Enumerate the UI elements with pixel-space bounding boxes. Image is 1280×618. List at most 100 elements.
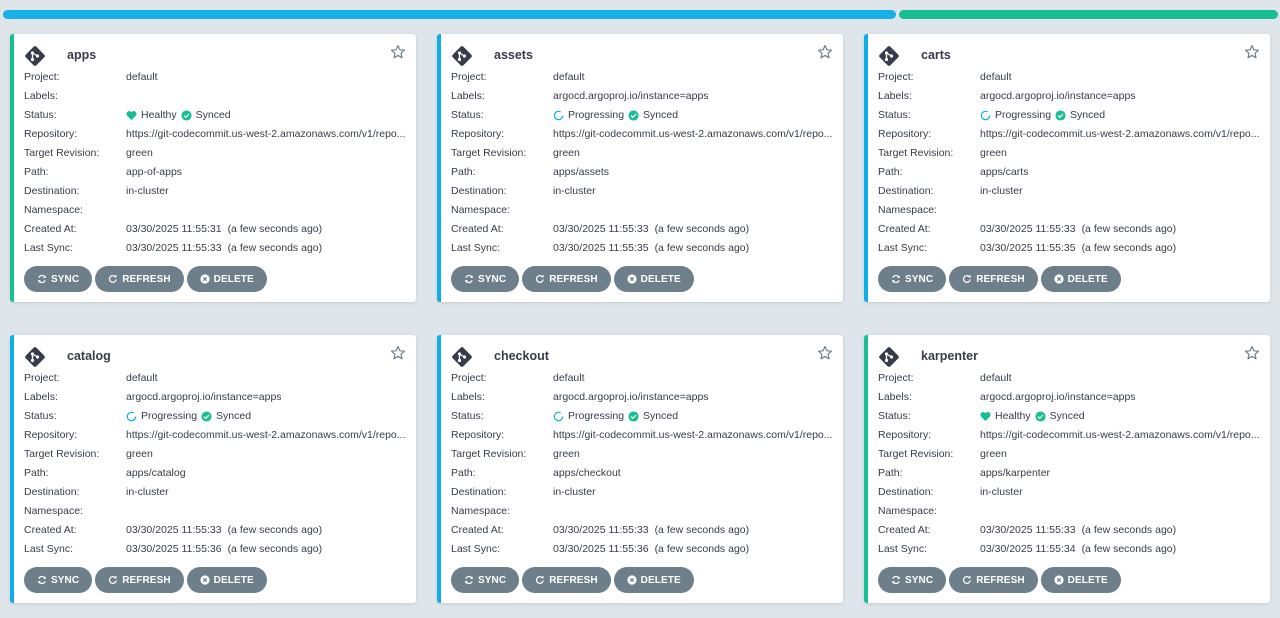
sync-icon	[38, 274, 46, 284]
check-circle-icon	[1055, 110, 1066, 121]
last-sync-value: 03/30/2025 11:55:35	[553, 242, 649, 254]
sync-icon	[465, 575, 473, 585]
created-at-label: Created At:	[878, 223, 931, 235]
times-circle-icon	[1054, 575, 1064, 585]
target-revision-value: green	[980, 147, 1007, 159]
git-icon	[25, 46, 45, 66]
created-at-value: 03/30/2025 11:55:33	[553, 223, 649, 235]
namespace-label: Namespace:	[451, 204, 510, 216]
app-name[interactable]: apps	[67, 48, 96, 62]
app-card[interactable]: catalog Project: default Labels: argocd.ar…	[10, 335, 416, 603]
refresh-label: REFRESH	[122, 574, 171, 586]
sync-status: Synced	[195, 109, 231, 121]
destination-value: in-cluster	[126, 185, 169, 197]
app-name[interactable]: karpenter	[921, 349, 978, 363]
git-icon	[879, 347, 899, 367]
app-card[interactable]: apps Project: default Labels: Status: Hea…	[10, 34, 416, 302]
last-sync-label: Last Sync:	[451, 242, 501, 254]
status-label: Status:	[24, 109, 57, 121]
status-label: Status:	[878, 410, 911, 422]
refresh-button[interactable]: REFRESH	[522, 567, 611, 593]
path-label: Path:	[451, 166, 476, 178]
star-icon[interactable]	[390, 345, 406, 361]
project-value: default	[553, 71, 585, 83]
sync-button[interactable]: SYNC	[24, 266, 93, 292]
destination-label: Destination:	[24, 486, 80, 498]
delete-button[interactable]: DELETE	[613, 567, 694, 593]
app-card[interactable]: checkout Project: default Labels: argocd.a…	[437, 335, 843, 603]
last-sync-label: Last Sync:	[24, 242, 74, 254]
refresh-button[interactable]: REFRESH	[95, 567, 184, 593]
refresh-icon	[963, 274, 971, 283]
labels-label: Labels:	[451, 90, 485, 102]
sync-button[interactable]: SYNC	[878, 266, 947, 292]
target-revision-label: Target Revision:	[24, 147, 100, 159]
sync-button[interactable]: SYNC	[451, 266, 520, 292]
app-name[interactable]: assets	[494, 48, 533, 62]
git-icon	[452, 347, 472, 367]
star-icon[interactable]	[390, 44, 406, 60]
created-at-relative: (a few seconds ago)	[1081, 524, 1177, 536]
heart-icon	[980, 412, 991, 422]
created-at-label: Created At:	[24, 524, 77, 536]
delete-button[interactable]: DELETE	[1040, 567, 1121, 593]
card-header: apps	[24, 44, 406, 66]
last-sync-relative: (a few seconds ago)	[1081, 242, 1177, 254]
health-status: Progressing	[568, 109, 625, 121]
app-name[interactable]: carts	[921, 48, 951, 62]
git-icon	[452, 46, 472, 66]
delete-button[interactable]: DELETE	[1040, 266, 1121, 292]
app-name[interactable]: checkout	[494, 349, 549, 363]
sync-label: SYNC	[905, 574, 934, 586]
app-card[interactable]: karpenter Project: default Labels: argocd.…	[864, 335, 1270, 603]
spinner-icon	[980, 110, 991, 121]
namespace-label: Namespace:	[451, 505, 510, 517]
destination-label: Destination:	[878, 185, 934, 197]
health-status: Progressing	[995, 109, 1052, 121]
app-name[interactable]: catalog	[67, 349, 111, 363]
path-value: apps/checkout	[553, 467, 621, 479]
sync-status: Synced	[1070, 109, 1106, 121]
sync-icon	[892, 575, 900, 585]
sync-button[interactable]: SYNC	[878, 567, 947, 593]
created-at-value: 03/30/2025 11:55:33	[980, 524, 1076, 536]
labels-value	[126, 87, 406, 106]
refresh-button[interactable]: REFRESH	[949, 567, 1038, 593]
app-card[interactable]: assets Project: default Labels: argocd.arg…	[437, 34, 843, 302]
created-at-label: Created At:	[24, 223, 77, 235]
created-at-label: Created At:	[878, 524, 931, 536]
repository-value: https://git-codecommit.us-west-2.amazona…	[553, 429, 833, 441]
namespace-label: Namespace:	[878, 204, 937, 216]
refresh-button[interactable]: REFRESH	[522, 266, 611, 292]
destination-value: in-cluster	[553, 185, 596, 197]
git-icon	[879, 46, 899, 66]
star-icon[interactable]	[1244, 345, 1260, 361]
star-icon[interactable]	[1244, 44, 1260, 60]
delete-button[interactable]: DELETE	[186, 266, 267, 292]
app-card[interactable]: carts Project: default Labels: argocd.argo…	[864, 34, 1270, 302]
check-circle-icon	[628, 411, 639, 422]
sync-button[interactable]: SYNC	[451, 567, 520, 593]
refresh-button[interactable]: REFRESH	[95, 266, 184, 292]
delete-button[interactable]: DELETE	[186, 567, 267, 593]
labels-label: Labels:	[878, 391, 912, 403]
star-icon[interactable]	[817, 44, 833, 60]
namespace-value	[553, 201, 833, 220]
delete-button[interactable]: DELETE	[613, 266, 694, 292]
refresh-icon	[109, 274, 117, 283]
card-header: karpenter	[878, 345, 1260, 367]
sync-button[interactable]: SYNC	[24, 567, 93, 593]
target-revision-label: Target Revision:	[878, 147, 954, 159]
labels-value: argocd.argoproj.io/instance=apps	[126, 391, 282, 403]
project-label: Project:	[878, 71, 914, 83]
last-sync-relative: (a few seconds ago)	[227, 242, 323, 254]
refresh-label: REFRESH	[976, 273, 1025, 285]
project-label: Project:	[451, 372, 487, 384]
refresh-button[interactable]: REFRESH	[949, 266, 1038, 292]
last-sync-value: 03/30/2025 11:55:36	[126, 543, 222, 555]
star-icon[interactable]	[817, 345, 833, 361]
times-circle-icon	[200, 274, 210, 284]
project-label: Project:	[451, 71, 487, 83]
target-revision-label: Target Revision:	[451, 448, 527, 460]
spinner-icon	[126, 411, 137, 422]
